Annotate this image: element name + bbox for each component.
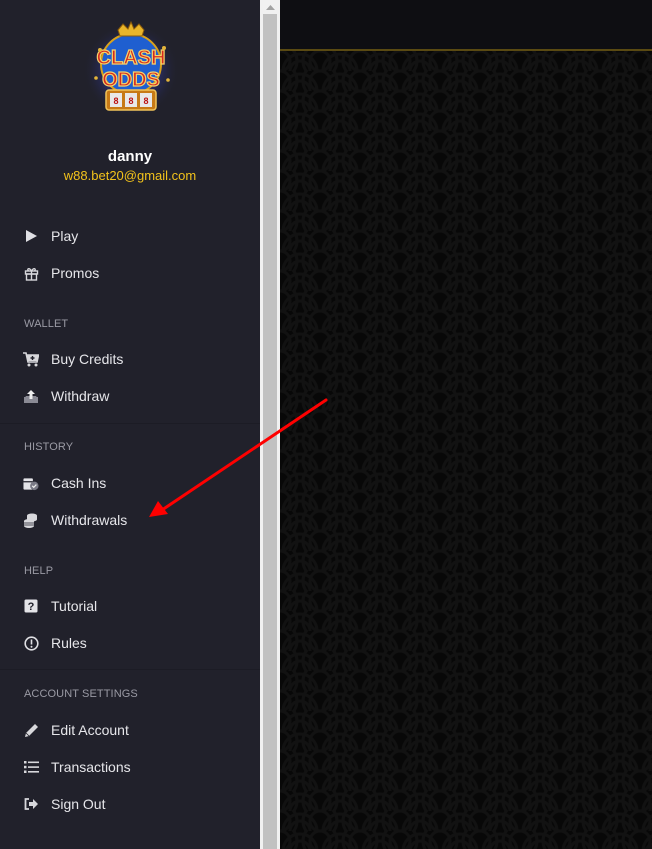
nav-item-rules[interactable]: Rules (0, 626, 260, 660)
section-title-help: HELP (24, 565, 54, 577)
nav-item-label: Tutorial (51, 598, 98, 614)
coins-icon (23, 512, 39, 528)
nav-item-buy-credits[interactable]: Buy Credits (0, 342, 260, 376)
scroll-up-button[interactable] (260, 0, 280, 14)
section-divider (0, 669, 260, 671)
nav-item-sign-out[interactable]: Sign Out (0, 787, 260, 821)
brand-logo[interactable]: CLASH ODDS 8 8 8 (78, 20, 184, 118)
pencil-icon (23, 722, 39, 738)
nav-item-withdraw[interactable]: Withdraw (0, 379, 260, 413)
nav-item-cash-ins[interactable]: Cash Ins (0, 466, 260, 500)
play-icon (23, 228, 39, 244)
sidebar: CLASH ODDS 8 8 8 danny w88.bet20@gmail.c… (0, 0, 260, 849)
svg-text:?: ? (28, 601, 35, 613)
nav-item-label: Withdraw (51, 388, 110, 404)
sign-out-icon (23, 796, 39, 812)
section-title-wallet: WALLET (24, 318, 69, 330)
user-profile: danny w88.bet20@gmail.com (0, 148, 260, 185)
nav-item-tutorial[interactable]: ? Tutorial (0, 589, 260, 623)
cart-plus-icon (23, 351, 39, 367)
upload-icon (23, 388, 39, 404)
nav-item-label: Sign Out (51, 796, 106, 812)
nav-item-label: Play (51, 228, 79, 244)
scrollbar-thumb[interactable] (263, 14, 277, 849)
nav-item-withdrawals[interactable]: Withdrawals (0, 503, 260, 537)
nav-item-label: Withdrawals (51, 512, 128, 528)
section-title-history: HISTORY (24, 441, 74, 453)
question-square-icon: ? (23, 598, 39, 614)
top-bar (280, 0, 652, 51)
main-content (280, 0, 652, 849)
nav-item-label: Transactions (51, 759, 131, 775)
triangle-up-icon (265, 4, 275, 10)
user-email: w88.bet20@gmail.com (63, 168, 197, 183)
nav-item-label: Edit Account (51, 722, 129, 738)
gift-icon (23, 265, 39, 281)
section-title-account-settings: ACCOUNT SETTINGS (24, 688, 138, 700)
svg-text:8: 8 (143, 96, 148, 106)
nav-item-label: Promos (51, 265, 100, 281)
background-pattern (280, 51, 652, 849)
list-icon (23, 759, 39, 775)
username: danny (107, 148, 153, 165)
nav-item-promos[interactable]: Promos (0, 256, 260, 290)
svg-text:8: 8 (113, 96, 118, 106)
logo-text-clash: CLASH (97, 47, 166, 69)
svg-text:8: 8 (128, 96, 133, 106)
sidebar-scrollbar[interactable] (260, 0, 280, 849)
exclamation-circle-icon (23, 635, 39, 651)
nav-item-play[interactable]: Play (0, 219, 260, 253)
nav-item-transactions[interactable]: Transactions (0, 750, 260, 784)
section-divider (0, 423, 260, 425)
nav-item-label: Rules (51, 635, 87, 651)
nav-item-label: Cash Ins (51, 475, 107, 491)
nav-item-edit-account[interactable]: Edit Account (0, 713, 260, 747)
nav-item-label: Buy Credits (51, 351, 124, 367)
logo-text-odds: ODDS (102, 69, 160, 91)
cash-check-icon (23, 475, 39, 491)
